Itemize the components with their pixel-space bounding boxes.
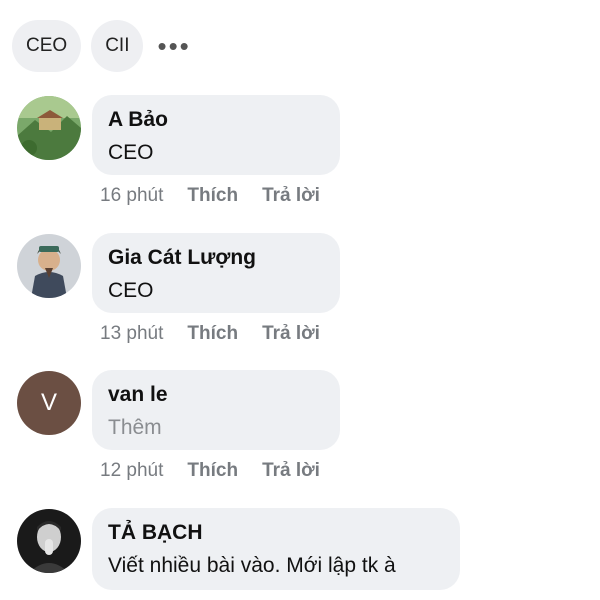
avatar[interactable]	[17, 509, 81, 573]
reply-button[interactable]: Trả lời	[262, 323, 320, 345]
like-button[interactable]: Thích	[187, 460, 238, 482]
comment-author[interactable]: Gia Cát Lượng	[108, 244, 324, 272]
comment-text: Viết nhiều bài vào. Mới lập tk à	[108, 554, 396, 577]
avatar[interactable]: V	[17, 371, 81, 435]
chip-ceo[interactable]: CEO	[12, 20, 82, 72]
suggestion-chips: CEO CII •••	[12, 20, 191, 72]
man-avatar-icon	[17, 509, 81, 573]
comment-actions: 16 phút Thích Trả lời	[100, 185, 320, 207]
reply-button[interactable]: Trả lời	[262, 460, 320, 482]
avatar[interactable]	[17, 96, 81, 160]
comment-time: 13 phút	[100, 323, 164, 344]
warrior-avatar-icon	[17, 234, 81, 298]
comment-author[interactable]: A Bảo	[108, 106, 324, 134]
comment-text: CEO	[108, 279, 154, 302]
chip-cii[interactable]: CII	[91, 20, 144, 72]
more-options-icon[interactable]: •••	[157, 33, 190, 59]
comment-bubble: TẢ BẠCH Viết nhiều bài vào. Mới lập tk à	[92, 508, 460, 590]
avatar[interactable]	[17, 234, 81, 298]
reply-button[interactable]: Trả lời	[262, 185, 320, 207]
like-button[interactable]: Thích	[187, 323, 238, 345]
landscape-avatar-icon	[17, 96, 81, 160]
comment-time: 16 phút	[100, 185, 164, 206]
comment-actions: 13 phút Thích Trả lời	[100, 323, 320, 345]
comment-text: CEO	[108, 141, 154, 164]
comment-actions: 12 phút Thích Trả lời	[100, 460, 320, 482]
comment-bubble: A Bảo CEO	[92, 95, 340, 175]
comment-bubble: Gia Cát Lượng CEO	[92, 233, 340, 313]
comment-time: 12 phút	[100, 460, 164, 481]
comment-text: Thêm	[108, 416, 162, 439]
avatar-letter: V	[40, 389, 57, 416]
comment-author[interactable]: TẢ BẠCH	[108, 519, 444, 547]
like-button[interactable]: Thích	[187, 185, 238, 207]
comment-bubble: van le Thêm	[92, 370, 340, 450]
comment-author[interactable]: van le	[108, 381, 324, 409]
